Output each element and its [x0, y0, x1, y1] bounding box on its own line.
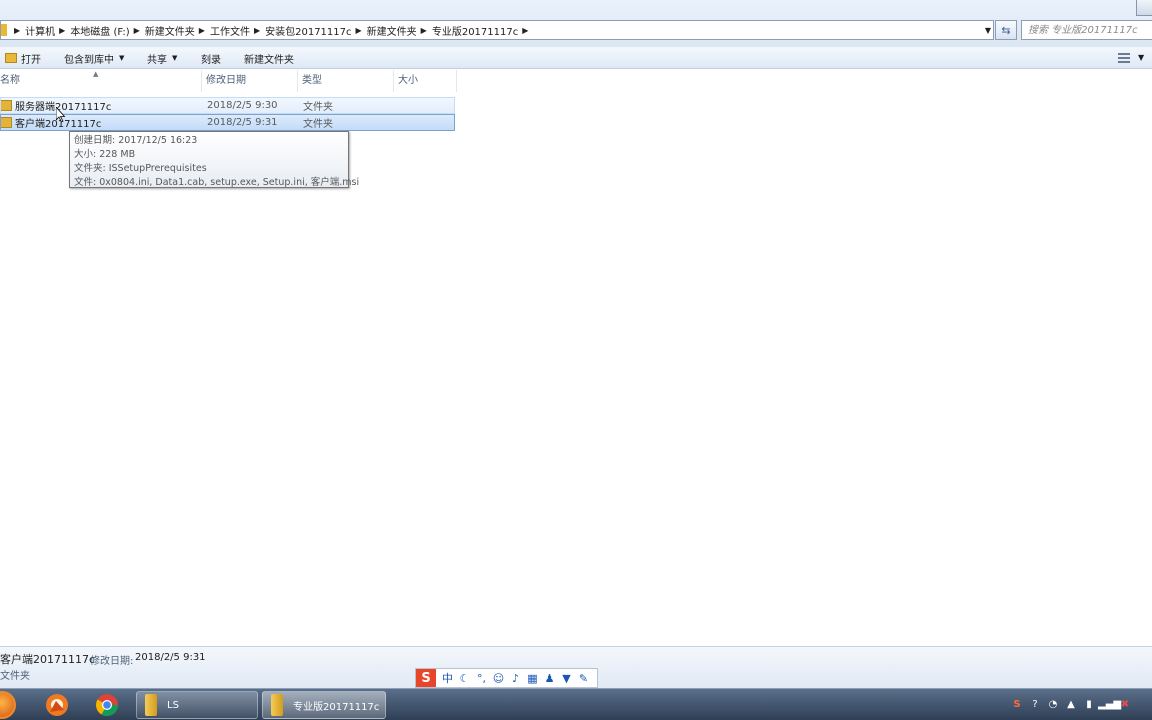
breadcrumb-work-files[interactable]: 工作文件: [210, 23, 250, 38]
include-in-library-label: 包含到库中: [64, 54, 114, 66]
chevron-down-icon: ▼: [119, 54, 125, 62]
breadcrumb-install-package[interactable]: 安装包20171117c: [265, 23, 351, 38]
file-row[interactable]: 客户端20171117c 2018/2/5 9:31 文件夹: [0, 114, 455, 131]
folder-icon: [1, 24, 7, 36]
details-file-type: 文件夹: [0, 671, 30, 682]
notification-icon[interactable]: ◔: [1044, 699, 1062, 710]
search-input[interactable]: [1028, 23, 1148, 37]
network-icon[interactable]: ▂▄▆: [1098, 699, 1121, 710]
navigation-bar: ▶ 计算机 ▶ 本地磁盘 (F:) ▶ 新建文件夹 ▶ 工作文件 ▶ 安装包20…: [0, 0, 1152, 48]
chevron-right-icon[interactable]: ▶: [134, 26, 140, 35]
file-date: 2018/2/5 9:30: [207, 100, 278, 111]
breadcrumb-pro-edition[interactable]: 专业版20171117c: [432, 23, 518, 38]
share-button[interactable]: 共享 ▼: [147, 51, 178, 66]
command-toolbar: 打开 包含到库中 ▼ 共享 ▼ 刻录 新建文件夹: [0, 47, 1152, 69]
user-icon[interactable]: ♟: [541, 672, 558, 685]
search-box[interactable]: [1021, 20, 1152, 40]
wrench-icon[interactable]: ✎: [575, 672, 592, 685]
column-header-date[interactable]: 修改日期: [202, 70, 298, 92]
refresh-button[interactable]: ⇆: [995, 20, 1017, 40]
file-row[interactable]: 服务器端20171117c 2018/2/5 9:30 文件夹: [0, 97, 455, 114]
chevron-right-icon[interactable]: ▶: [254, 26, 260, 35]
open-folder-icon: [5, 53, 17, 63]
taskbar-window-label: 专业版20171117c: [293, 701, 380, 713]
moon-icon[interactable]: ☾: [456, 672, 473, 685]
system-tray: S ? ◔ ▲ ▮ ▂▄▆ ✖: [1008, 689, 1152, 720]
folder-icon: [1, 100, 12, 111]
window-control-button[interactable]: [1136, 0, 1152, 16]
microphone-icon[interactable]: ♪: [507, 672, 524, 685]
new-folder-label: 新建文件夹: [244, 54, 294, 66]
ime-mode-toggle[interactable]: 中: [439, 670, 456, 686]
column-header-type[interactable]: 类型: [298, 70, 394, 92]
taskbar: LS 专业版20171117c S ? ◔ ▲ ▮ ▂▄▆ ✖: [0, 688, 1152, 720]
details-file-name: 客户端20171117c: [0, 653, 96, 666]
tooltip-files: 文件: 0x0804.ini, Data1.cab, setup.exe, Se…: [74, 177, 360, 188]
chevron-down-icon[interactable]: ▼: [1138, 53, 1144, 62]
chevron-right-icon[interactable]: ▶: [199, 26, 205, 35]
sogou-tray-icon[interactable]: S: [1008, 699, 1026, 710]
alert-icon[interactable]: ✖: [1116, 699, 1134, 710]
address-dropdown-icon[interactable]: ▼: [982, 21, 994, 39]
device-icon[interactable]: ▮: [1080, 699, 1098, 710]
column-name-label: 名称: [0, 75, 20, 86]
mouse-cursor-icon: [56, 107, 66, 123]
open-label: 打开: [21, 54, 41, 66]
include-in-library-button[interactable]: 包含到库中 ▼: [64, 51, 125, 66]
column-size-label: 大小: [398, 75, 418, 86]
chevron-right-icon[interactable]: ▶: [356, 26, 362, 35]
chevron-right-icon[interactable]: ▶: [14, 26, 20, 35]
emoji-icon[interactable]: ☺: [490, 672, 507, 685]
taskbar-window-ls[interactable]: LS: [136, 691, 258, 719]
punctuation-icon[interactable]: °,: [473, 672, 490, 685]
sort-ascending-icon: ▲: [93, 70, 99, 78]
breadcrumb-local-disk[interactable]: 本地磁盘 (F:): [70, 23, 129, 38]
skin-icon[interactable]: ▼: [558, 672, 575, 685]
tooltip-folders: 文件夹: ISSetupPrerequisites: [74, 163, 207, 174]
chevron-right-icon[interactable]: ▶: [421, 26, 427, 35]
taskbar-window-pro-edition[interactable]: 专业版20171117c: [262, 691, 386, 719]
column-header-row: 名称 ▲ 修改日期 类型 大小: [0, 70, 1152, 92]
address-bar[interactable]: ▶ 计算机 ▶ 本地磁盘 (F:) ▶ 新建文件夹 ▶ 工作文件 ▶ 安装包20…: [0, 20, 994, 40]
burn-label: 刻录: [201, 54, 221, 66]
file-type: 文件夹: [303, 102, 333, 113]
column-header-name[interactable]: 名称: [0, 70, 202, 92]
open-button[interactable]: 打开: [5, 51, 41, 66]
chevron-right-icon[interactable]: ▶: [522, 26, 528, 35]
taskbar-app-chrome[interactable]: [86, 691, 128, 719]
chevron-down-icon: ▼: [172, 54, 178, 62]
chrome-icon: [96, 694, 118, 716]
tooltip-size: 大小: 228 MB: [74, 149, 136, 160]
column-header-size[interactable]: 大小: [394, 70, 457, 92]
folder-icon: [1, 117, 12, 128]
file-tooltip: 创建日期: 2017/12/5 16:23 大小: 228 MB 文件夹: IS…: [69, 131, 360, 188]
media-player-icon: [46, 694, 68, 716]
tooltip-created: 创建日期: 2017/12/5 16:23: [74, 135, 198, 146]
keyboard-icon[interactable]: ▦: [524, 672, 541, 685]
folder-icon: [145, 694, 157, 716]
column-type-label: 类型: [302, 75, 322, 86]
file-date: 2018/2/5 9:31: [207, 117, 278, 128]
burn-button[interactable]: 刻录: [201, 51, 221, 66]
help-icon[interactable]: ?: [1026, 699, 1044, 710]
breadcrumb-new-folder[interactable]: 新建文件夹: [145, 23, 195, 38]
column-date-label: 修改日期: [206, 75, 246, 86]
change-view-icon[interactable]: [1118, 53, 1130, 63]
start-button[interactable]: [0, 691, 16, 719]
file-type: 文件夹: [303, 119, 333, 130]
taskbar-window-label: LS: [167, 699, 179, 711]
folder-icon: [271, 694, 283, 716]
share-label: 共享: [147, 54, 167, 66]
refresh-icon: ⇆: [1001, 23, 1011, 37]
details-date-label: 修改日期:: [90, 656, 134, 667]
sogou-logo-icon[interactable]: S: [416, 669, 436, 687]
chevron-right-icon[interactable]: ▶: [59, 26, 65, 35]
taskbar-app-media[interactable]: [36, 691, 78, 719]
ime-toolbar: S 中 ☾ °, ☺ ♪ ▦ ♟ ▼ ✎: [415, 668, 598, 688]
show-hidden-icons-icon[interactable]: ▲: [1062, 699, 1080, 710]
breadcrumb-new-folder-2[interactable]: 新建文件夹: [367, 23, 417, 38]
new-folder-button[interactable]: 新建文件夹: [244, 51, 294, 66]
breadcrumb-computer[interactable]: 计算机: [25, 23, 55, 38]
details-date-value: 2018/2/5 9:31: [135, 652, 206, 663]
